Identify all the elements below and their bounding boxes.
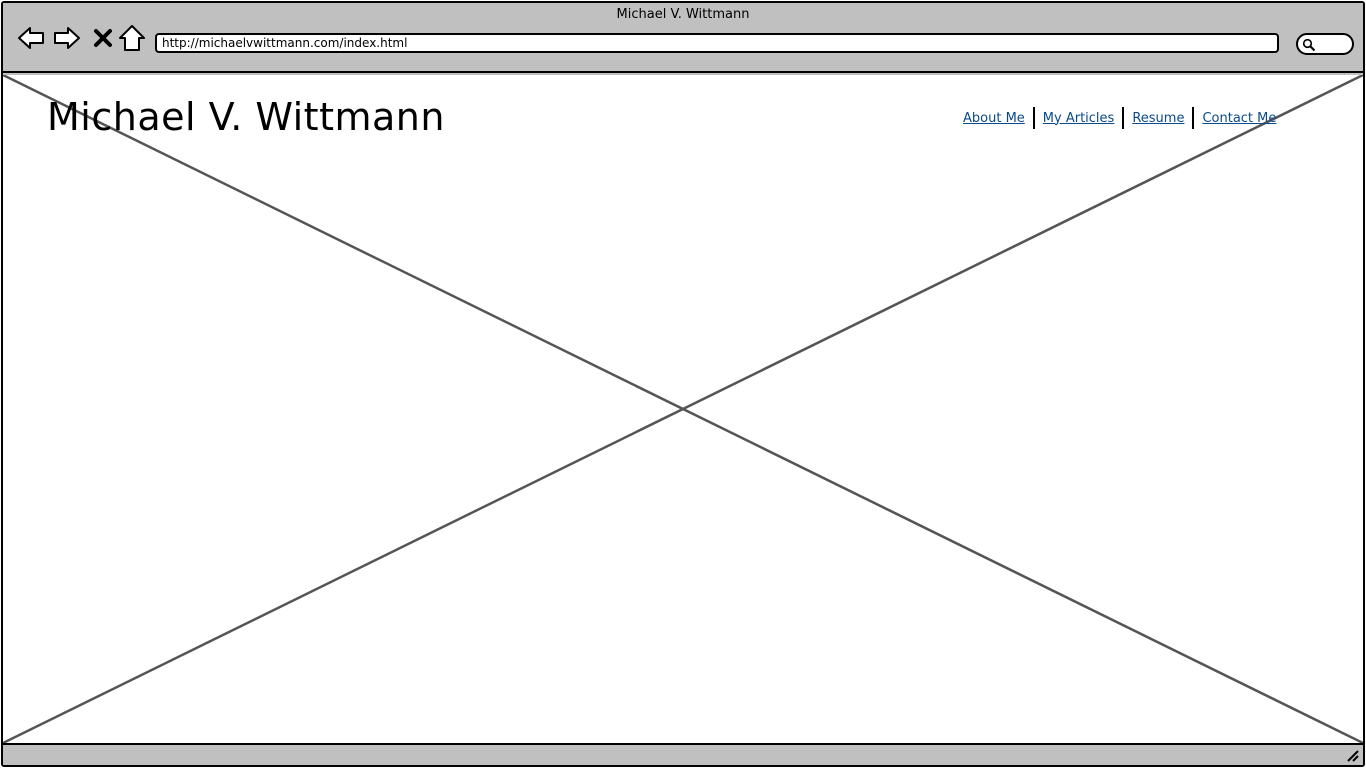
browser-window: Michael V. Wittmann http://michaelvwittm…	[1, 1, 1365, 767]
resize-grip-icon[interactable]	[1345, 748, 1359, 762]
browser-toolbar: Michael V. Wittmann http://michaelvwittm…	[3, 3, 1363, 73]
url-input[interactable]: http://michaelvwittmann.com/index.html	[155, 33, 1279, 53]
home-icon[interactable]	[117, 23, 147, 53]
search-icon	[1302, 38, 1316, 52]
forward-arrow-icon[interactable]	[52, 23, 82, 53]
nav-link-my-articles[interactable]: My Articles	[1035, 111, 1123, 126]
nav-link-about-me[interactable]: About Me	[955, 111, 1033, 126]
nav-link-resume[interactable]: Resume	[1124, 111, 1192, 126]
window-title: Michael V. Wittmann	[616, 7, 750, 22]
site-title: Michael V. Wittmann	[47, 95, 445, 139]
page-viewport: Michael V. Wittmann About Me My Articles…	[3, 75, 1363, 743]
close-icon[interactable]	[88, 23, 118, 53]
site-nav: About Me My Articles Resume Contact Me	[955, 107, 1284, 129]
image-placeholder	[3, 75, 1363, 743]
nav-link-contact-me[interactable]: Contact Me	[1194, 111, 1284, 126]
back-arrow-icon[interactable]	[16, 23, 46, 53]
browser-search-input[interactable]	[1296, 33, 1354, 55]
status-bar	[3, 743, 1363, 765]
